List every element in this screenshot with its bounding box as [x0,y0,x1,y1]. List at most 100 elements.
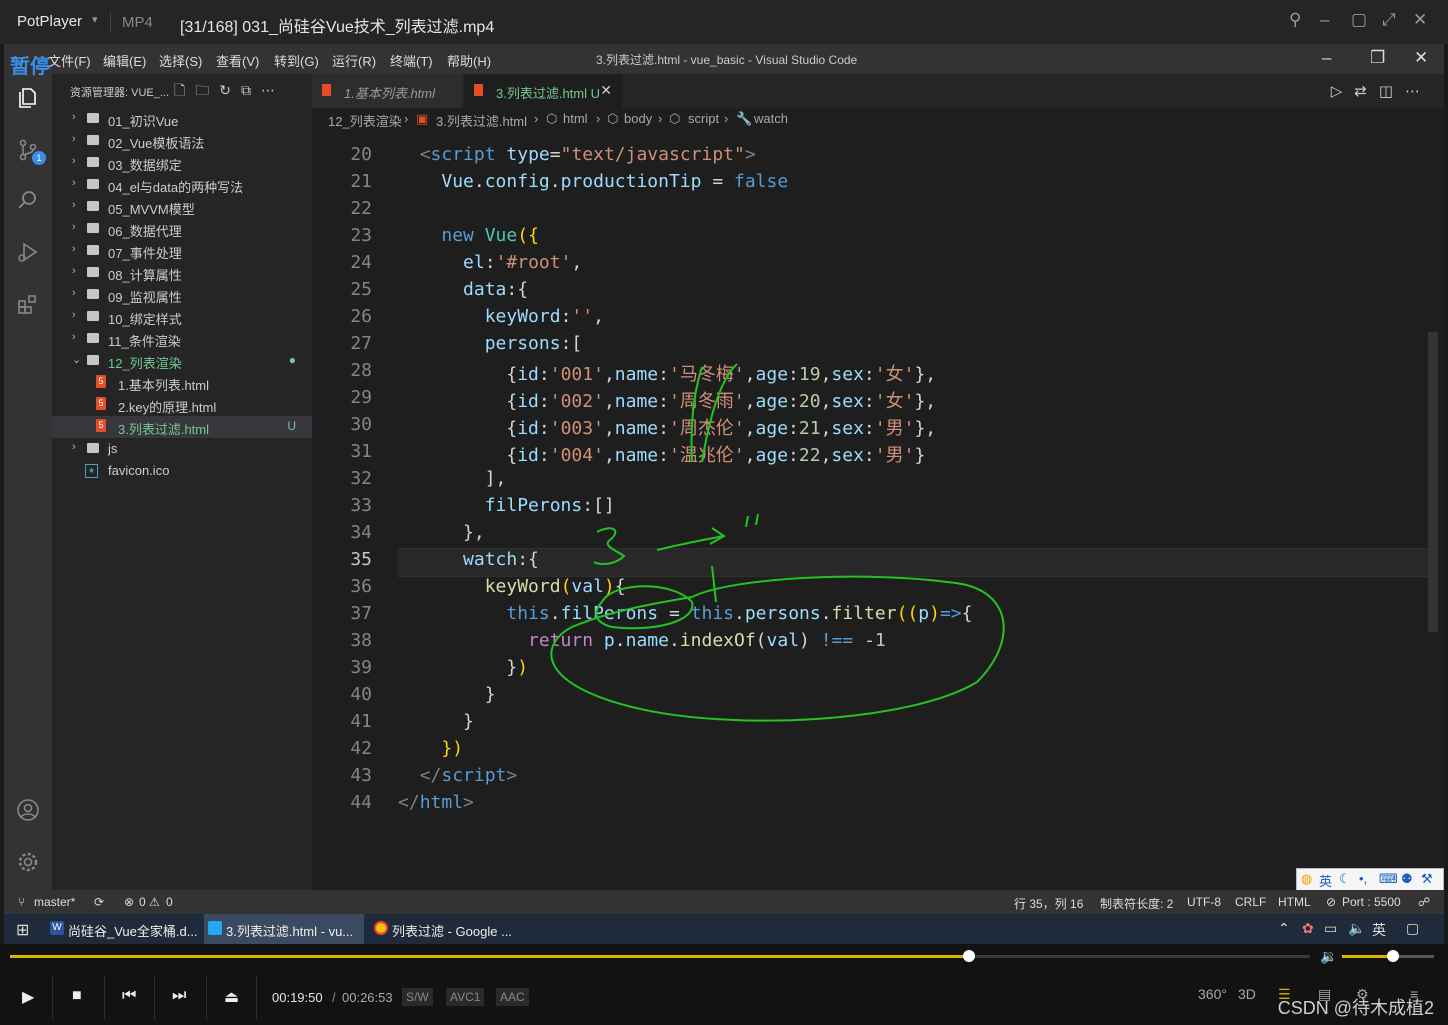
ime-toolbar[interactable]: ◍ 英 ☾ •, ⌨ ⚉ ⚒ [1296,868,1444,892]
chevron-up-icon[interactable]: ⌃ [1278,920,1290,937]
menu-view[interactable]: 查看(V) [216,51,259,70]
tree-folder[interactable]: › 02_Vue模板语法 [52,130,312,152]
close-tab-icon[interactable]: ✕ [600,82,612,99]
menu-selection[interactable]: 选择(S) [159,51,202,70]
code-editor[interactable]: 20 21 22 23 24 25 26 27 28 29 30 31 32 3… [312,132,1444,890]
line-ending[interactable]: CRLF [1235,895,1266,909]
tree-folder-open[interactable]: ⌄ 12_列表渲染 ● [52,350,312,372]
tree-folder[interactable]: › 08_计算属性 [52,262,312,284]
user-icon[interactable]: ⚉ [1401,871,1413,887]
windows-start-icon[interactable]: ⊞ [16,920,29,940]
sw-tag[interactable]: S/W [402,988,433,1006]
settings-gear-icon[interactable] [16,850,40,874]
tree-folder[interactable]: › 03_数据绑定 [52,152,312,174]
menu-goto[interactable]: 转到(G) [274,51,319,70]
previous-icon[interactable]: ⏮ [122,987,136,1005]
punctuation-icon[interactable]: •, [1359,871,1367,886]
chevron-right-icon: › [72,243,76,255]
minimize-icon[interactable]: – [1322,48,1331,68]
breadcrumb-item[interactable]: 3.列表过滤.html [436,111,527,130]
stop-icon[interactable]: ■ [72,987,82,1005]
eject-icon[interactable]: ⏏ [224,987,239,1007]
codec-tag[interactable]: AVC1 [446,988,485,1006]
menu-terminal[interactable]: 终端(T) [390,51,433,70]
git-branch[interactable]: master* [34,895,75,909]
warning-count[interactable]: 0 [166,895,173,909]
task-chrome[interactable]: 列表过滤 - Google ... [370,914,524,944]
account-icon[interactable] [16,798,40,822]
extensions-icon[interactable] [16,292,40,316]
close-icon[interactable]: ✕ [1414,48,1428,68]
task-vscode[interactable]: 3.列表过滤.html - vu... [204,914,364,946]
search-icon[interactable] [16,188,40,212]
keyboard-icon[interactable]: ⌨ [1379,871,1398,887]
tree-folder[interactable]: › 11_条件渲染 [52,328,312,350]
close-icon[interactable]: ✕ [1413,10,1427,30]
breadcrumb-item[interactable]: script [688,111,719,126]
breadcrumb-item[interactable]: body [624,111,652,126]
maximize-icon[interactable]: ▢ [1351,10,1367,30]
live-server-port[interactable]: Port : 5500 [1342,895,1401,909]
encoding[interactable]: UTF-8 [1187,895,1221,909]
tree-folder[interactable]: › 10_绑定样式 [52,306,312,328]
menu-help[interactable]: 帮助(H) [447,51,491,70]
tree-folder[interactable]: › 05_MVVM模型 [52,196,312,218]
fullscreen-icon[interactable]: ⤢ [1382,10,1396,30]
tree-folder[interactable]: › 04_el与data的两种写法 [52,174,312,196]
run-debug-icon[interactable] [16,240,40,264]
tree-file[interactable]: ★ favicon.ico [52,460,312,482]
breadcrumb-item[interactable]: 12_列表渲染 [328,111,402,130]
tree-folder[interactable]: › js [52,438,312,460]
tree-label: 07_事件处理 [108,246,182,261]
pin-icon[interactable]: ⚲ [1289,10,1301,30]
audio-tag[interactable]: AAC [496,988,529,1006]
feedback-icon[interactable]: ☍ [1418,895,1430,909]
player-brand[interactable]: PotPlayer [17,13,82,30]
seek-bar[interactable] [10,950,1310,962]
task-word[interactable]: W 尚硅谷_Vue全家桶.d... [46,914,200,944]
language-mode[interactable]: HTML [1278,895,1311,909]
tree-file[interactable]: 5 1.基本列表.html [52,372,312,394]
breadcrumb-item[interactable]: watch [754,111,788,126]
breadcrumb-item[interactable]: html [563,111,588,126]
ime-language[interactable]: 英 [1319,871,1332,890]
volume-handle[interactable] [1386,950,1399,962]
minimize-icon[interactable]: – [1320,10,1329,30]
tree-file[interactable]: 5 2.key的原理.html [52,394,312,416]
tree-folder[interactable]: › 09_监视属性 [52,284,312,306]
menu-run[interactable]: 运行(R) [332,51,376,70]
3d-button[interactable]: 3D [1238,986,1256,1002]
volume-icon[interactable]: 🔈 [1348,920,1365,937]
cursor-position[interactable]: 行 35，列 16 [1014,895,1083,912]
volume-icon[interactable]: 🔉 [1320,948,1337,965]
play-icon[interactable]: ▶ [22,987,34,1007]
tree-folder[interactable]: › 07_事件处理 [52,240,312,262]
chevron-down-icon[interactable]: ▾ [92,13,98,26]
menu-edit[interactable]: 编辑(E) [103,51,146,70]
sync-icon[interactable]: ⟳ [94,895,104,909]
restore-icon[interactable]: ❐ [1370,48,1385,68]
vr-360-button[interactable]: 360° [1198,986,1227,1002]
tree-folder[interactable]: › 06_数据代理 [52,218,312,240]
next-icon[interactable]: ⏭ [172,987,186,1005]
explorer-actions[interactable]: 🗋🗀↻⧉⋯ [174,80,285,104]
editor-scrollbar[interactable] [1428,332,1438,632]
tab-size[interactable]: 制表符长度: 2 [1100,895,1173,912]
seek-handle[interactable] [963,950,976,962]
menu-file[interactable]: 文件(F) [48,51,91,70]
tree-file-selected[interactable]: 5 3.列表过滤.html U [52,416,312,438]
error-count[interactable]: 0 [139,895,146,909]
explorer-icon[interactable] [16,86,40,110]
volume-slider[interactable] [1342,950,1434,962]
tree-label: 2.key的原理.html [118,400,217,415]
tree-folder[interactable]: › 01_初识Vue [52,108,312,130]
notification-icon[interactable]: ▢ [1406,920,1419,937]
tab-list-filter[interactable]: 3.列表过滤.html U ✕ [464,74,622,108]
editor-actions[interactable]: ▷⇄◫⋯ [1331,82,1432,100]
tab-basic-list[interactable]: 1.基本列表.html [312,74,462,108]
input-language[interactable]: 英 [1372,920,1386,940]
network-icon[interactable]: ▭ [1324,920,1337,937]
wrench-icon[interactable]: ⚒ [1421,871,1433,887]
moon-icon[interactable]: ☾ [1339,871,1351,887]
app-tray-icon[interactable]: ✿ [1302,920,1314,937]
